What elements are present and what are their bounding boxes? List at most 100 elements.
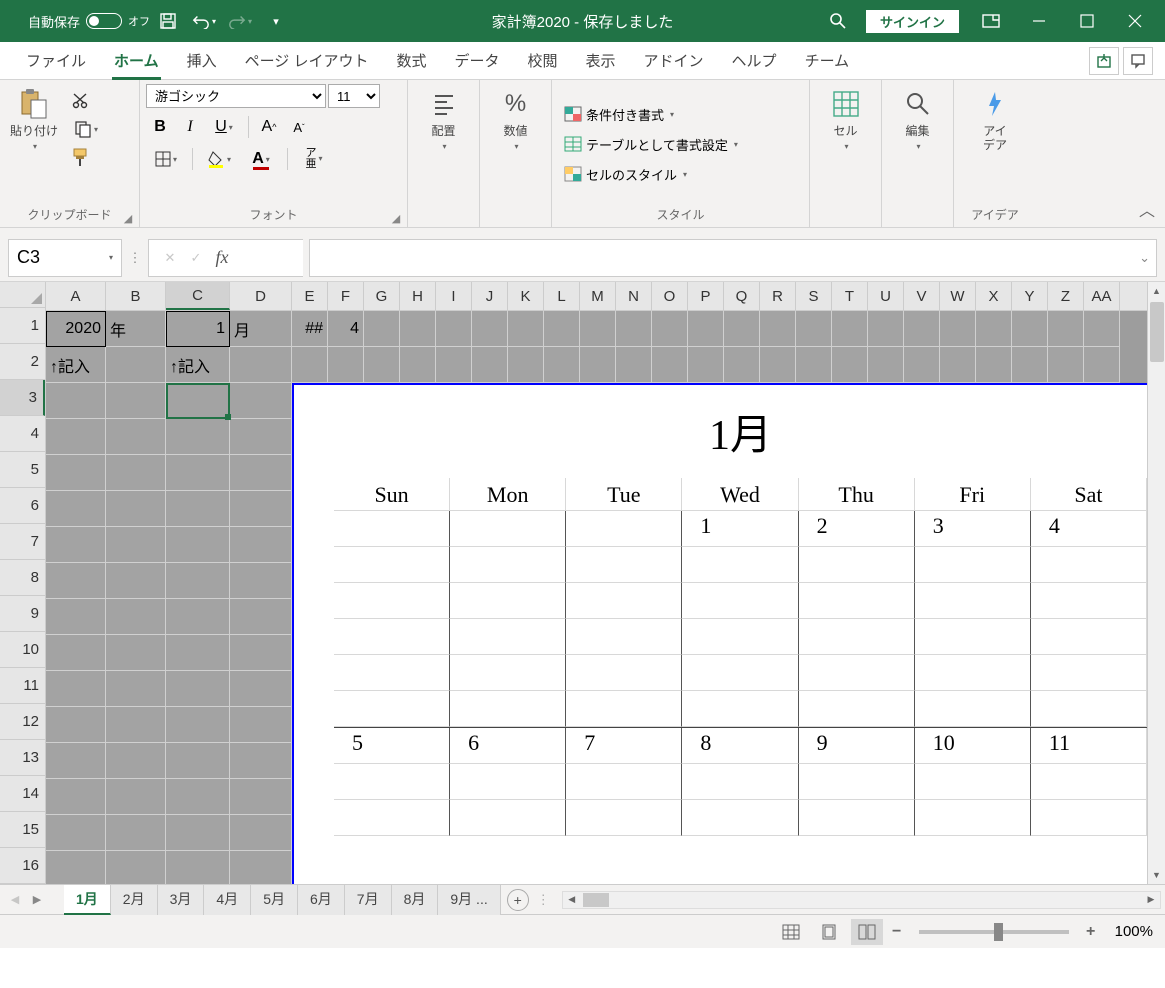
cal-slot[interactable] (799, 655, 915, 691)
col-header-Y[interactable]: Y (1012, 282, 1048, 310)
sheet-tab-5月[interactable]: 5月 (251, 885, 298, 915)
paste-button[interactable]: 貼り付け▾ (6, 84, 62, 157)
cell-R1[interactable] (760, 311, 796, 347)
tab-formula[interactable]: 数式 (382, 42, 440, 79)
cell-L2[interactable] (544, 347, 580, 383)
phonetic-button[interactable]: ア亜▾ (294, 146, 334, 172)
zoom-level[interactable]: 100% (1115, 923, 1153, 940)
cal-slot[interactable] (1031, 583, 1147, 619)
cell-B1[interactable]: 年 (106, 311, 166, 347)
add-sheet-button[interactable]: + (507, 889, 529, 911)
cal-slot[interactable] (1031, 547, 1147, 583)
sheet-nav-prev[interactable]: ◀ (4, 893, 26, 906)
cal-slot[interactable] (450, 655, 566, 691)
zoom-out-button[interactable]: − (889, 923, 905, 941)
zoom-in-button[interactable]: + (1083, 923, 1099, 941)
cell-X1[interactable] (976, 311, 1012, 347)
cell-D8[interactable] (230, 563, 292, 599)
row-header-5[interactable]: 5 (0, 452, 45, 488)
col-header-C[interactable]: C (166, 282, 230, 310)
cell-C2[interactable]: ↑記入 (166, 347, 230, 383)
cell-I2[interactable] (436, 347, 472, 383)
cal-slot[interactable] (450, 547, 566, 583)
cell-C4[interactable] (166, 419, 230, 455)
cal-slot[interactable] (334, 655, 450, 691)
col-header-I[interactable]: I (436, 282, 472, 310)
cell-C11[interactable] (166, 671, 230, 707)
cell-B2[interactable] (106, 347, 166, 383)
cal-slot[interactable] (915, 583, 1031, 619)
minimize-button[interactable] (1017, 0, 1061, 42)
scroll-up-button[interactable]: ▲ (1148, 282, 1165, 300)
cell-B10[interactable] (106, 635, 166, 671)
cell-G1[interactable] (364, 311, 400, 347)
cell-H1[interactable] (400, 311, 436, 347)
ribbon-display-icon[interactable] (969, 0, 1013, 42)
cell-D7[interactable] (230, 527, 292, 563)
row-header-12[interactable]: 12 (0, 704, 45, 740)
cell-X2[interactable] (976, 347, 1012, 383)
cell-styles-button[interactable]: セルのスタイル▾ (558, 162, 693, 186)
col-header-T[interactable]: T (832, 282, 868, 310)
cal-slot[interactable] (915, 800, 1031, 836)
cal-slot[interactable] (1031, 764, 1147, 800)
cell-W1[interactable] (940, 311, 976, 347)
sheet-tab-2月[interactable]: 2月 (111, 885, 158, 915)
cell-C6[interactable] (166, 491, 230, 527)
row-header-6[interactable]: 6 (0, 488, 45, 524)
cell-E2[interactable] (292, 347, 328, 383)
autosave-toggle[interactable] (86, 13, 122, 29)
cal-slot[interactable] (566, 655, 682, 691)
cell-I1[interactable] (436, 311, 472, 347)
cal-slot[interactable] (915, 764, 1031, 800)
underline-button[interactable]: U▾ (206, 114, 242, 140)
cell-C1[interactable]: 1 (166, 311, 230, 347)
cell-G2[interactable] (364, 347, 400, 383)
increase-font-button[interactable]: A^ (255, 114, 283, 140)
border-button[interactable]: ▾ (146, 146, 186, 172)
cal-slot[interactable] (334, 547, 450, 583)
tab-layout[interactable]: ページ レイアウト (231, 42, 383, 79)
collapse-ribbon-button[interactable]: ︿ (1139, 197, 1155, 221)
cell-D3[interactable] (230, 383, 292, 419)
col-header-H[interactable]: H (400, 282, 436, 310)
col-header-J[interactable]: J (472, 282, 508, 310)
col-header-A[interactable]: A (46, 282, 106, 310)
cell-N2[interactable] (616, 347, 652, 383)
scroll-left-button[interactable]: ◀ (563, 894, 581, 905)
cell-B14[interactable] (106, 779, 166, 815)
cell-A7[interactable] (46, 527, 106, 563)
col-header-AA[interactable]: AA (1084, 282, 1120, 310)
conditional-format-button[interactable]: 条件付き書式▾ (558, 102, 680, 126)
cell-C13[interactable] (166, 743, 230, 779)
cell-B5[interactable] (106, 455, 166, 491)
row-header-1[interactable]: 1 (0, 308, 45, 344)
editing-button[interactable]: 編集▾ (893, 84, 943, 157)
maximize-button[interactable] (1065, 0, 1109, 42)
cell-D12[interactable] (230, 707, 292, 743)
close-button[interactable] (1113, 0, 1157, 42)
cell-B15[interactable] (106, 815, 166, 851)
row-header-4[interactable]: 4 (0, 416, 45, 452)
cal-slot[interactable] (334, 583, 450, 619)
cell-N1[interactable] (616, 311, 652, 347)
cell-A3[interactable] (46, 383, 106, 419)
cal-slot[interactable] (566, 764, 682, 800)
cal-slot[interactable] (334, 619, 450, 655)
col-header-O[interactable]: O (652, 282, 688, 310)
cal-slot[interactable] (915, 547, 1031, 583)
undo-icon[interactable]: ▾ (192, 9, 216, 33)
row-header-9[interactable]: 9 (0, 596, 45, 632)
cell-Y1[interactable] (1012, 311, 1048, 347)
cell-B12[interactable] (106, 707, 166, 743)
col-header-F[interactable]: F (328, 282, 364, 310)
cell-Z2[interactable] (1048, 347, 1084, 383)
cal-slot[interactable] (566, 583, 682, 619)
cell-C10[interactable] (166, 635, 230, 671)
qat-customize-icon[interactable]: ▾ (264, 9, 288, 33)
row-header-15[interactable]: 15 (0, 812, 45, 848)
cal-slot[interactable] (799, 764, 915, 800)
cell-R2[interactable] (760, 347, 796, 383)
cell-D9[interactable] (230, 599, 292, 635)
row-header-16[interactable]: 16 (0, 848, 45, 884)
